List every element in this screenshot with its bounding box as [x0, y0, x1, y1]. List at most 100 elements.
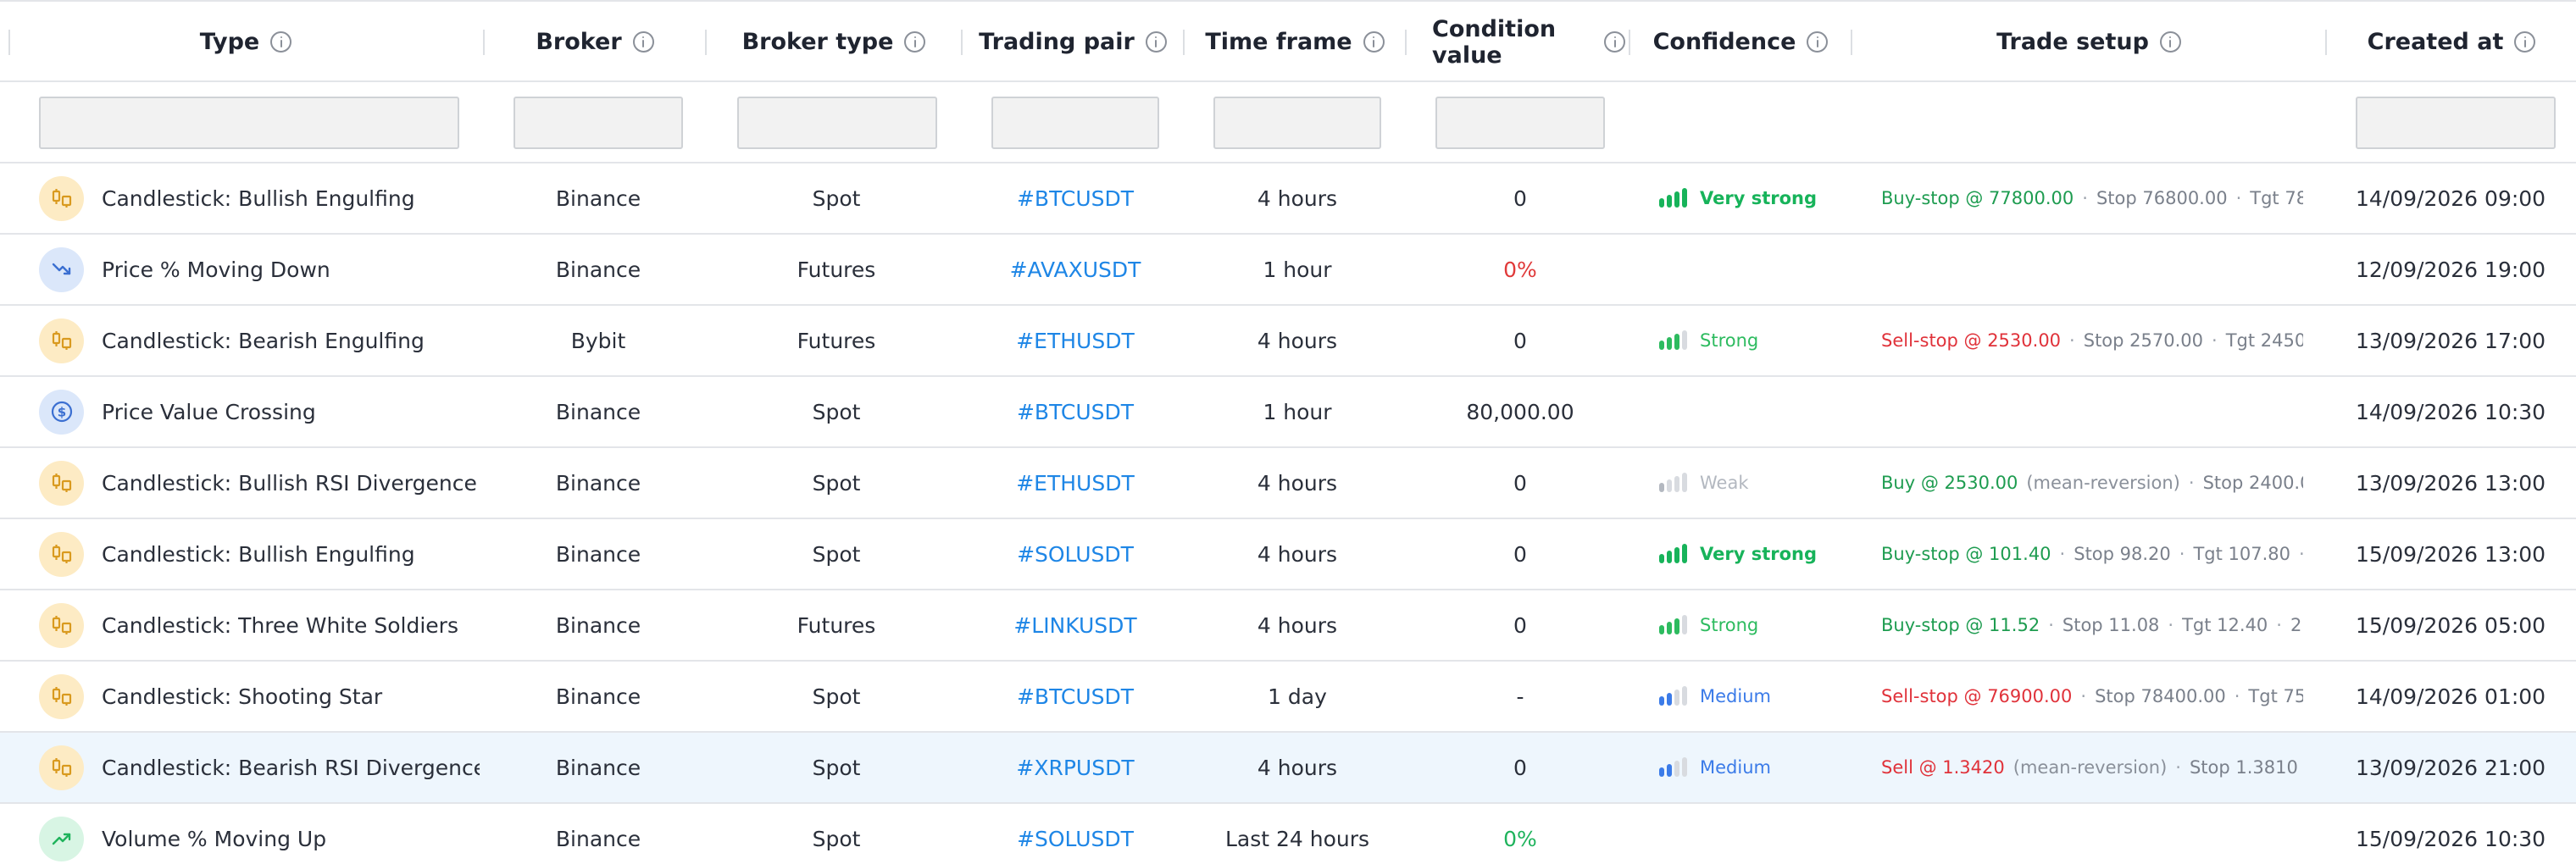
broker-cell: Binance: [485, 448, 712, 518]
trade-setup-cell[interactable]: Buy-stop @ 11.52 · Stop 11.08 · Tgt 12.40 · 2.…: [1881, 590, 2303, 660]
trading-pair-link[interactable]: #BTCUSDT: [963, 163, 1188, 233]
separator-dot: ·: [2059, 544, 2066, 564]
table-row[interactable]: Price % Moving Down Binance Futures #AVAXUS…: [0, 235, 2576, 306]
table-row[interactable]: Volume % Moving Up Binance Spot #SOLUSDT Las…: [0, 804, 2576, 864]
trading-pair-filter-input[interactable]: [991, 97, 1159, 149]
info-icon[interactable]: [1145, 31, 1167, 53]
trade-setup-cell[interactable]: Buy-stop @ 77800.00 · Stop 76800.00 · Tgt 78…: [1881, 163, 2303, 233]
type-cell[interactable]: $ Price Value Crossing: [39, 377, 480, 446]
trading-pair-link[interactable]: #AVAXUSDT: [963, 235, 1188, 304]
column-header-label: Type: [199, 29, 260, 55]
info-icon[interactable]: [632, 31, 654, 53]
table-row[interactable]: Candlestick: Bullish RSI Divergence Binan…: [0, 448, 2576, 519]
column-header-type[interactable]: Type: [8, 2, 483, 82]
column-header-broker-type[interactable]: Broker type: [707, 2, 961, 82]
column-divider[interactable]: [1405, 30, 1407, 55]
type-cell[interactable]: Candlestick: Shooting Star: [39, 662, 480, 731]
signal-bar: [1674, 690, 1679, 706]
condition-value-filter-input[interactable]: [1435, 97, 1605, 149]
type-filter-input[interactable]: [39, 97, 459, 149]
table-row[interactable]: Candlestick: Bearish RSI Divergence Binan…: [0, 733, 2576, 804]
broker-cell-text: Binance: [555, 684, 641, 709]
column-header-trade-setup[interactable]: Trade setup: [1852, 2, 2325, 82]
info-icon[interactable]: [1807, 31, 1829, 53]
trade-setup-cell[interactable]: Buy-stop @ 101.40 · Stop 98.20 · Tgt 107.80 ·…: [1881, 519, 2303, 589]
type-cell[interactable]: Candlestick: Three White Soldiers: [39, 590, 480, 660]
trading-pair-link[interactable]: #XRPUSDT: [963, 733, 1188, 802]
trading-pair-link-text[interactable]: #SOLUSDT: [1017, 827, 1134, 851]
trading-pair-link[interactable]: #ETHUSDT: [963, 306, 1188, 375]
type-cell[interactable]: Candlestick: Bullish Engulfing: [39, 163, 480, 233]
created-at-cell: 14/09/2026 10:30: [2356, 377, 2576, 446]
info-icon[interactable]: [1363, 31, 1385, 53]
time-frame-cell-text: Last 24 hours: [1224, 826, 1370, 851]
confidence-cell: Strong: [1659, 590, 1851, 660]
type-cell[interactable]: Candlestick: Bearish Engulfing: [39, 306, 480, 375]
type-cell[interactable]: Candlestick: Bullish Engulfing: [39, 519, 480, 589]
time-frame-filter-input[interactable]: [1213, 97, 1381, 149]
separator-dot: ·: [2234, 686, 2240, 706]
column-header-time-frame[interactable]: Time frame: [1185, 2, 1405, 82]
info-icon[interactable]: [2514, 31, 2536, 53]
trading-pair-link[interactable]: #LINKUSDT: [963, 590, 1188, 660]
trading-pair-link-text[interactable]: #XRPUSDT: [1016, 756, 1134, 780]
separator-dot: ·: [2168, 615, 2174, 635]
candlestick-icon: [39, 318, 84, 363]
column-header-confidence[interactable]: Confidence: [1630, 2, 1851, 82]
column-header-broker[interactable]: Broker: [485, 2, 705, 82]
trade-setup-part: Tgt 107.80: [2193, 544, 2291, 564]
trade-setup-note: (mean-reversion): [2012, 757, 2168, 778]
info-icon[interactable]: [270, 31, 292, 53]
trading-pair-link-text[interactable]: #SOLUSDT: [1017, 542, 1134, 567]
trading-pair-link-text[interactable]: #AVAXUSDT: [1010, 258, 1141, 282]
trading-pair-link-text[interactable]: #BTCUSDT: [1017, 400, 1134, 424]
condition-value-cell: 80,000.00: [1407, 377, 1634, 446]
table-row[interactable]: Candlestick: Three White Soldiers Binance…: [0, 590, 2576, 662]
broker-type-filter-input[interactable]: [737, 97, 937, 149]
column-header-created-at[interactable]: Created at: [2327, 2, 2576, 82]
trading-pair-link[interactable]: #SOLUSDT: [963, 804, 1188, 864]
trading-pair-link[interactable]: #BTCUSDT: [963, 377, 1188, 446]
info-icon[interactable]: [1604, 31, 1625, 53]
trading-pair-link[interactable]: #ETHUSDT: [963, 448, 1188, 518]
trade-setup-cell[interactable]: Sell-stop @ 2530.00 · Stop 2570.00 · Tgt 245…: [1881, 306, 2303, 375]
trade-setup-cell[interactable]: Sell @ 1.3420 (mean-reversion) · Stop 1.381…: [1881, 733, 2303, 802]
trade-setup-cell[interactable]: [1881, 804, 2303, 864]
created-at-text: 15/09/2026 10:30: [2356, 826, 2546, 851]
type-cell[interactable]: Volume % Moving Up: [39, 804, 480, 864]
type-cell[interactable]: Candlestick: Bullish RSI Divergence: [39, 448, 480, 518]
table-row[interactable]: Candlestick: Bullish Engulfing Binance Spo…: [0, 163, 2576, 235]
confidence-label: Very strong: [1700, 188, 1818, 208]
table-row[interactable]: Candlestick: Bullish Engulfing Binance Spo…: [0, 519, 2576, 590]
info-icon[interactable]: [2159, 31, 2181, 53]
column-header-trading-pair[interactable]: Trading pair: [963, 2, 1183, 82]
type-cell[interactable]: Candlestick: Bearish RSI Divergence: [39, 733, 480, 802]
trading-pair-link[interactable]: #BTCUSDT: [963, 662, 1188, 731]
type-cell[interactable]: Price % Moving Down: [39, 235, 480, 304]
trade-setup-cell[interactable]: Buy @ 2530.00 (mean-reversion) · Stop 2400.…: [1881, 448, 2303, 518]
trading-pair-link-text[interactable]: #BTCUSDT: [1017, 186, 1134, 211]
trade-setup-part: Stop 98.20: [2074, 544, 2171, 564]
time-frame-cell-text: 1 day: [1268, 684, 1327, 709]
table-row[interactable]: Candlestick: Shooting Star Binance Spot #BT…: [0, 662, 2576, 733]
created-at-filter-input[interactable]: [2356, 97, 2556, 149]
column-header-condition-value[interactable]: Condition value: [1432, 2, 1625, 82]
trading-pair-link-text[interactable]: #ETHUSDT: [1016, 329, 1135, 353]
table-row[interactable]: Candlestick: Bearish Engulfing Bybit Futur…: [0, 306, 2576, 377]
condition-value-cell-text: 0: [1513, 755, 1527, 780]
signal-bar: [1674, 334, 1679, 350]
condition-value-cell-text: 0%: [1503, 826, 1537, 851]
dollar-coin-icon: $: [39, 389, 84, 435]
trade-setup-entry: Sell-stop @ 2530.00: [1881, 330, 2062, 351]
trade-setup-cell[interactable]: [1881, 235, 2303, 304]
trading-pair-link-text[interactable]: #BTCUSDT: [1017, 684, 1134, 709]
trade-setup-cell[interactable]: Sell-stop @ 76900.00 · Stop 78400.00 · Tgt 7…: [1881, 662, 2303, 731]
trading-pair-link-text[interactable]: #ETHUSDT: [1016, 471, 1135, 496]
time-frame-cell-text: 4 hours: [1257, 755, 1338, 780]
trade-setup-cell[interactable]: [1881, 377, 2303, 446]
table-row[interactable]: $ Price Value Crossing Binance Spot #BTCUSDT…: [0, 377, 2576, 448]
trading-pair-link[interactable]: #SOLUSDT: [963, 519, 1188, 589]
broker-filter-input[interactable]: [514, 97, 683, 149]
info-icon[interactable]: [904, 31, 926, 53]
trading-pair-link-text[interactable]: #LINKUSDT: [1013, 613, 1136, 638]
